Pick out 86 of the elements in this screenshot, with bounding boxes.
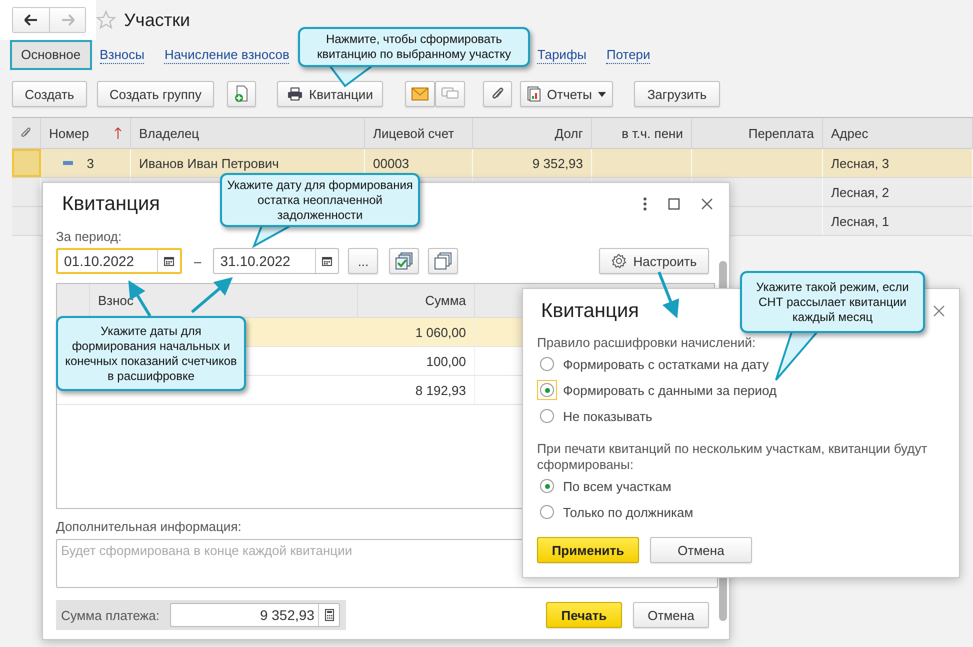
- stacked-pages-icon: [434, 252, 452, 270]
- column-header[interactable]: Лицевой счет: [365, 118, 473, 148]
- table-cell: Лесная, 2: [831, 184, 890, 200]
- radio-button[interactable]: [540, 505, 554, 519]
- dialog-title: Квитанция: [62, 192, 160, 216]
- tab[interactable]: Тарифы: [537, 46, 586, 64]
- table-cell: 1 060,00: [415, 324, 466, 340]
- radio-button[interactable]: [540, 479, 554, 493]
- table-cell: Лесная, 1: [831, 214, 890, 228]
- gear-icon: [611, 253, 628, 269]
- arrow: [191, 277, 233, 314]
- sum-field[interactable]: 9 352,93: [170, 603, 340, 627]
- report-icon: [527, 86, 542, 102]
- dropdown-caret-icon: [598, 92, 606, 96]
- print-mode-label: При печати квитанций по нескольким участкам, квитанции будут сформированы:: [537, 441, 928, 473]
- tab[interactable]: Основное: [10, 40, 92, 70]
- item-dash-icon: [62, 161, 73, 165]
- table-cell: 9 352,93: [532, 156, 583, 170]
- tab[interactable]: Взносы: [100, 46, 144, 64]
- radio-option[interactable]: По всем участкам: [537, 473, 945, 499]
- calculator-icon: [324, 609, 334, 621]
- info-label: Дополнительная информация:: [56, 519, 242, 534]
- table-row[interactable]: 3 Иванов Иван Петрович 00003 9 352,93 Лесная, 3: [12, 149, 973, 178]
- sum-label: Сумма платежа:: [61, 608, 160, 622]
- mail-button[interactable]: [405, 81, 435, 107]
- close-icon[interactable]: [933, 305, 945, 317]
- paperclip-icon: [20, 126, 32, 140]
- column-header[interactable]: Долг: [473, 118, 592, 148]
- table-cell: Лесная, 3: [831, 156, 890, 170]
- calendar-icon: [322, 256, 332, 266]
- close-icon[interactable]: [701, 198, 713, 210]
- speech-bubbles-icon: [441, 87, 459, 101]
- back-arrow-icon: [24, 14, 38, 26]
- star-icon[interactable]: [96, 10, 116, 30]
- column-header[interactable]: Переплата: [692, 118, 823, 148]
- apply-button[interactable]: Применить: [537, 537, 639, 563]
- forward-arrow-icon: [60, 14, 74, 26]
- callout: Укажите даты для формирования начальных и конечных показаний счетчиков в расшифровке: [56, 316, 246, 391]
- tab[interactable]: Потери: [606, 46, 650, 64]
- table-cell: 3: [86, 156, 94, 170]
- uncheck-all-button[interactable]: [428, 248, 458, 274]
- radio-option[interactable]: Не показывать: [537, 403, 945, 429]
- column-header[interactable]: Номер: [41, 118, 131, 148]
- column-header[interactable]: в т.ч. пени: [592, 118, 692, 148]
- period-label: За период:: [56, 229, 122, 244]
- tab[interactable]: Начисление взносов: [164, 46, 290, 64]
- more-menu-icon[interactable]: [643, 197, 647, 211]
- back-button[interactable]: [13, 8, 49, 32]
- sort-up-arrow-icon: [114, 127, 122, 139]
- cancel-button[interactable]: Отмена: [650, 537, 752, 563]
- load-button[interactable]: Загрузить: [634, 81, 720, 107]
- print-button[interactable]: Печать: [546, 602, 622, 628]
- date-to-field[interactable]: 31.10.2022: [213, 248, 340, 274]
- create-button[interactable]: Создать: [12, 81, 87, 107]
- table-cell: 100,00: [426, 354, 466, 368]
- radio-button[interactable]: [540, 409, 554, 423]
- reports-button[interactable]: Отчеты: [520, 81, 613, 107]
- column-header[interactable]: Владелец: [131, 118, 365, 148]
- checked-pages-icon: [395, 252, 414, 270]
- column-header[interactable]: Сумма: [358, 284, 475, 317]
- attach-button[interactable]: [483, 81, 512, 107]
- add-document-icon: [234, 85, 250, 103]
- table-cell: 8 192,93: [415, 382, 466, 398]
- envelope-icon: [411, 87, 429, 101]
- create-group-button[interactable]: Создать группу: [97, 81, 214, 107]
- dialog-title: Квитанция: [541, 300, 640, 322]
- radio-button[interactable]: [540, 357, 554, 371]
- date-from-field[interactable]: 01.10.2022: [56, 248, 182, 274]
- calendar-icon: [164, 256, 174, 266]
- radio-button[interactable]: [540, 383, 554, 397]
- add-document-button[interactable]: [227, 81, 256, 107]
- range-dash: –: [194, 254, 202, 268]
- radio-option[interactable]: Только по должникам: [537, 499, 945, 525]
- maximize-icon[interactable]: [668, 198, 680, 210]
- receipts-button[interactable]: Квитанции: [277, 81, 383, 107]
- arrow: [658, 271, 680, 318]
- table-cell: Иванов Иван Петрович: [139, 156, 279, 170]
- printer-icon: [287, 87, 304, 101]
- page-title: Участки: [124, 10, 190, 30]
- table-cell: 00003: [373, 156, 410, 170]
- message-button[interactable]: [435, 81, 465, 107]
- cancel-button[interactable]: Отмена: [633, 602, 709, 628]
- period-button[interactable]: ...: [348, 248, 378, 274]
- settings-button[interactable]: Настроить: [599, 248, 709, 274]
- column-header[interactable]: Адрес: [823, 118, 973, 148]
- check-all-button[interactable]: [389, 248, 420, 274]
